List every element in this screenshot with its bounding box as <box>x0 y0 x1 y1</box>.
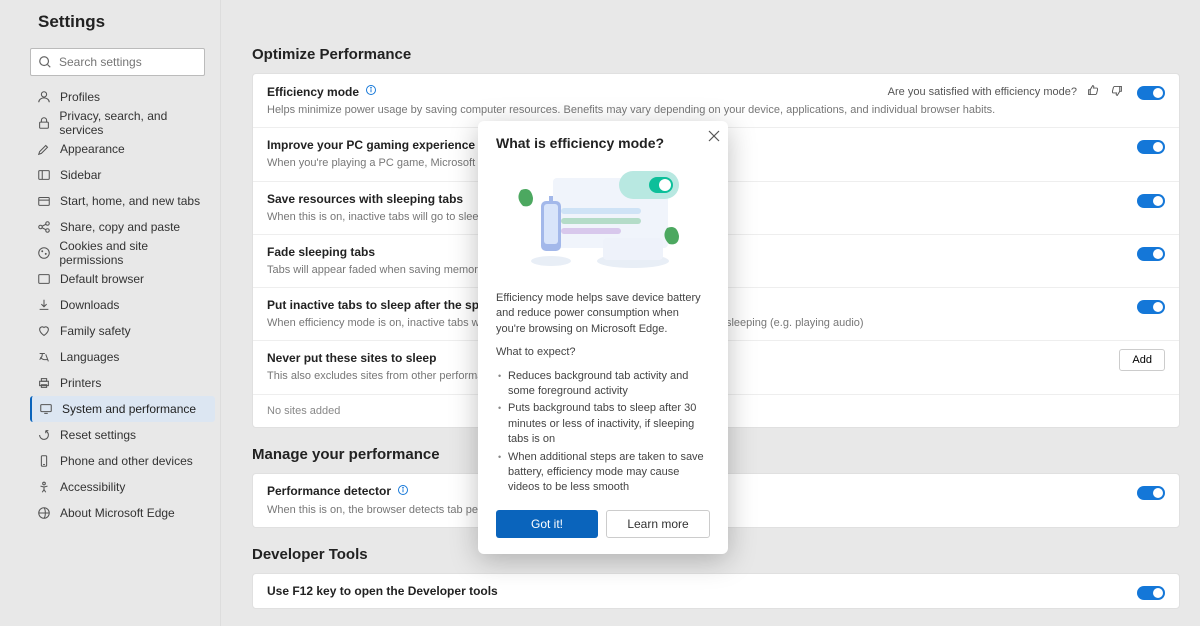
sidebar-item-browser[interactable]: Default browser <box>30 266 215 292</box>
sidebar-item-share[interactable]: Share, copy and paste <box>30 214 215 240</box>
sidebar-item-label: Accessibility <box>60 480 125 494</box>
sidebar-item-reset[interactable]: Reset settings <box>30 422 215 448</box>
sidebar-item-printer[interactable]: Printers <box>30 370 215 396</box>
sidebar-item-label: Languages <box>60 350 119 364</box>
cookie-icon <box>36 245 51 261</box>
dev-card: Use F12 key to open the Developer tools <box>252 573 1180 609</box>
search-input[interactable] <box>30 48 205 76</box>
download-icon <box>36 297 52 313</box>
sidebar: Settings Profiles Privacy, search, and se… <box>30 0 215 626</box>
sidebar-item-label: About Microsoft Edge <box>60 506 175 520</box>
thumbs-down-icon[interactable] <box>1110 84 1123 100</box>
profile-icon <box>36 89 52 105</box>
family-icon <box>36 323 52 339</box>
sidebar-item-label: Family safety <box>60 324 131 338</box>
sidebar-item-paint[interactable]: Appearance <box>30 136 215 162</box>
toggle-switch[interactable] <box>1137 140 1165 154</box>
sidebar-item-label: Appearance <box>60 142 125 156</box>
printer-icon <box>36 375 52 391</box>
learn-more-button[interactable]: Learn more <box>606 510 710 538</box>
section-heading-optimize: Optimize Performance <box>252 46 1180 63</box>
sidebar-item-label: Downloads <box>60 298 119 312</box>
sidebar-icon <box>36 167 52 183</box>
info-icon[interactable] <box>365 84 377 99</box>
access-icon <box>36 479 52 495</box>
sidebar-item-lock[interactable]: Privacy, search, and services <box>30 110 215 136</box>
modal-illustration <box>496 161 710 281</box>
browser-icon <box>36 271 52 287</box>
toggle-switch[interactable] <box>1137 300 1165 314</box>
system-icon <box>38 401 54 417</box>
modal-title: What is efficiency mode? <box>496 135 710 151</box>
sidebar-item-label: Start, home, and new tabs <box>60 194 200 208</box>
modal-bullet-list: Reduces background tab activity and some… <box>496 369 710 496</box>
sidebar-item-tabs[interactable]: Start, home, and new tabs <box>30 188 215 214</box>
about-icon <box>36 505 52 521</box>
sidebar-item-label: Printers <box>60 376 101 390</box>
lock-icon <box>36 115 51 131</box>
row-desc: Helps minimize power usage by saving com… <box>267 103 1165 117</box>
row-title: Use F12 key to open the Developer tools <box>267 584 1165 598</box>
setting-row: Use F12 key to open the Developer tools <box>253 574 1179 608</box>
sidebar-item-access[interactable]: Accessibility <box>30 474 215 500</box>
search-icon <box>38 55 52 69</box>
sidebar-item-label: System and performance <box>62 402 196 416</box>
modal-bullet: When additional steps are taken to save … <box>496 450 710 496</box>
thumbs-up-icon[interactable] <box>1087 84 1100 100</box>
feedback-prompt: Are you satisfied with efficiency mode? <box>888 84 1123 100</box>
efficiency-modal: What is efficiency mode? Efficiency mode… <box>478 121 728 554</box>
phone-icon <box>36 453 52 469</box>
reset-icon <box>36 427 52 443</box>
nav-list: Profiles Privacy, search, and services App… <box>30 84 215 526</box>
lang-icon <box>36 349 52 365</box>
info-icon[interactable] <box>397 484 409 499</box>
sidebar-item-label: Cookies and site permissions <box>59 239 209 267</box>
search-wrap <box>30 48 215 76</box>
toggle-switch[interactable] <box>1137 586 1165 600</box>
share-icon <box>36 219 52 235</box>
toggle-switch[interactable] <box>1137 486 1165 500</box>
sidebar-item-lang[interactable]: Languages <box>30 344 215 370</box>
page-title: Settings <box>30 0 215 44</box>
paint-icon <box>36 141 52 157</box>
close-icon[interactable] <box>708 129 720 147</box>
sidebar-item-label: Phone and other devices <box>60 454 193 468</box>
modal-buttons: Got it! Learn more <box>496 510 710 538</box>
toggle-switch[interactable] <box>1137 194 1165 208</box>
sidebar-item-sidebar[interactable]: Sidebar <box>30 162 215 188</box>
toggle-switch[interactable] <box>1137 86 1165 100</box>
tabs-icon <box>36 193 52 209</box>
got-it-button[interactable]: Got it! <box>496 510 598 538</box>
sidebar-item-label: Privacy, search, and services <box>59 109 209 137</box>
modal-bullet: Reduces background tab activity and some… <box>496 369 710 400</box>
sidebar-item-label: Profiles <box>60 90 100 104</box>
sidebar-item-download[interactable]: Downloads <box>30 292 215 318</box>
sidebar-item-cookie[interactable]: Cookies and site permissions <box>30 240 215 266</box>
sidebar-item-about[interactable]: About Microsoft Edge <box>30 500 215 526</box>
sidebar-item-label: Default browser <box>60 272 144 286</box>
modal-paragraph: Efficiency mode helps save device batter… <box>496 291 710 337</box>
add-button[interactable]: Add <box>1119 349 1165 371</box>
sidebar-item-phone[interactable]: Phone and other devices <box>30 448 215 474</box>
sidebar-item-system[interactable]: System and performance <box>30 396 215 422</box>
sidebar-item-profile[interactable]: Profiles <box>30 84 215 110</box>
sidebar-item-label: Reset settings <box>60 428 136 442</box>
modal-expect: What to expect? <box>496 345 710 360</box>
modal-bullet: Puts background tabs to sleep after 30 m… <box>496 401 710 447</box>
divider <box>220 0 221 626</box>
sidebar-item-label: Sidebar <box>60 168 101 182</box>
sidebar-item-label: Share, copy and paste <box>60 220 180 234</box>
toggle-switch[interactable] <box>1137 247 1165 261</box>
sidebar-item-family[interactable]: Family safety <box>30 318 215 344</box>
